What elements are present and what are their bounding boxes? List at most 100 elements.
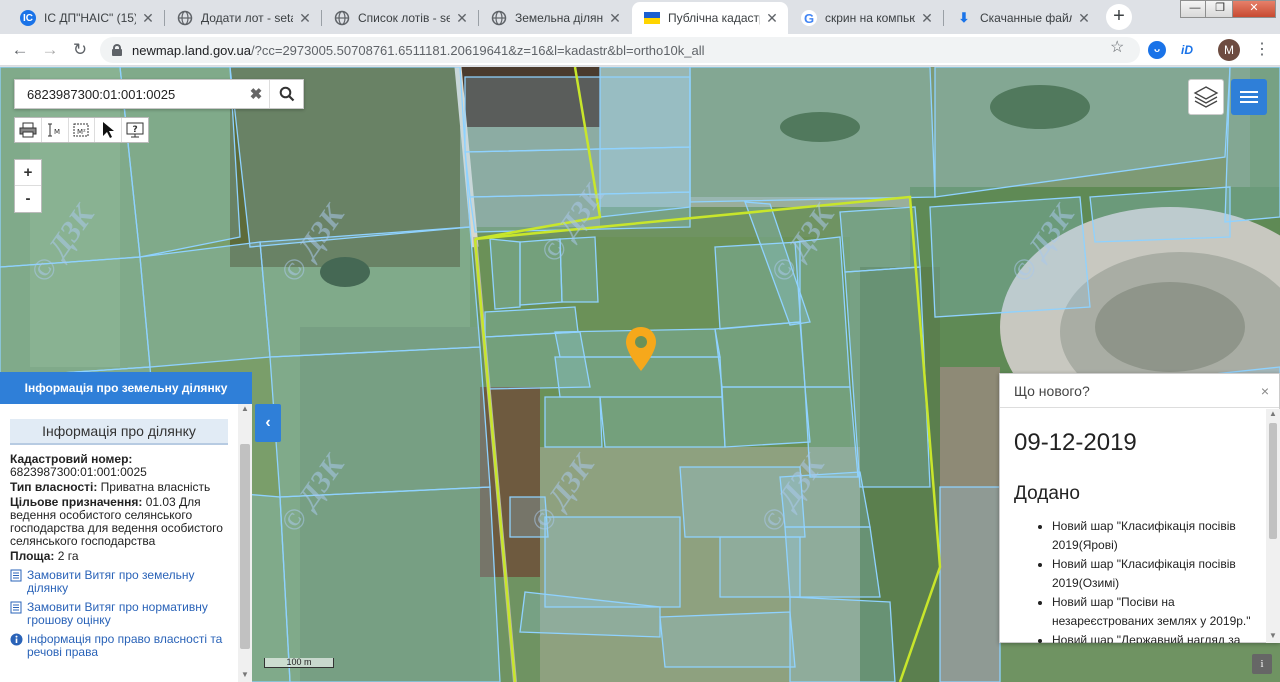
tab-google-search[interactable]: G скрин на компьют ✕ [789, 2, 943, 34]
layers-icon [1193, 86, 1219, 108]
location-pin-icon[interactable] [624, 325, 658, 376]
news-panel-scrollbar[interactable]: ▲ ▼ [1266, 409, 1280, 643]
area-label: Площа: [10, 549, 55, 563]
download-icon: ⬇ [958, 10, 970, 25]
tab-downloads[interactable]: ⬇ Скачанные файлы ✕ [944, 2, 1100, 34]
order-extract-link[interactable]: Замовити Витяг про земельну ділянку [10, 569, 228, 595]
tab-land-plot[interactable]: Земельна ділянка ✕ [479, 2, 631, 34]
close-tab-icon[interactable]: ✕ [297, 10, 313, 27]
info-panel-body: Інформація про ділянку Кадастровий номер… [0, 404, 238, 682]
measure-length-button[interactable]: M [42, 118, 69, 142]
url-text[interactable]: newmap.land.gov.ua/?cc=2973005.50708761.… [132, 43, 704, 58]
reload-icon[interactable]: ↻ [68, 38, 92, 62]
avatar[interactable]: M [1218, 39, 1240, 61]
order-valuation-link[interactable]: Замовити Витяг про нормативну грошову оц… [10, 601, 228, 627]
area-value: 2 га [57, 549, 79, 563]
close-tab-icon[interactable]: ✕ [454, 10, 470, 27]
tab-lots-list[interactable]: Список лотів - seta ✕ [322, 2, 478, 34]
tab-public-cadastral-map[interactable]: Публічна кадастр ✕ [632, 2, 788, 34]
whats-new-title: Що нового? [1014, 383, 1090, 399]
main-menu-button[interactable] [1231, 79, 1267, 115]
new-tab-button[interactable]: + [1106, 4, 1132, 30]
zoom-in-button[interactable]: + [15, 160, 41, 186]
ownership-info-link[interactable]: Інформація про право власності та речові… [10, 633, 228, 659]
extension-id-icon[interactable]: iD [1178, 41, 1196, 59]
list-item: Новий шар "Державний нагляд за [1052, 631, 1251, 643]
cadastral-value: 6823987300:01:001:0025 [10, 465, 147, 479]
back-icon[interactable]: ← [8, 38, 32, 62]
tab-title: Земельна ділянка [515, 11, 603, 25]
browser-toolbar: ← → ↻ newmap.land.gov.ua/?cc=2973005.507… [0, 34, 1280, 66]
close-tab-icon[interactable]: ✕ [919, 10, 935, 27]
address-bar[interactable]: newmap.land.gov.ua/?cc=2973005.50708761.… [100, 37, 1140, 63]
bookmark-star-icon[interactable]: ☆ [1110, 37, 1124, 57]
map-info-button[interactable]: i [1252, 654, 1272, 674]
close-tab-icon[interactable]: ✕ [140, 10, 156, 27]
close-tab-icon[interactable]: ✕ [764, 10, 780, 27]
close-tab-icon[interactable]: ✕ [607, 10, 623, 27]
list-item: Новий шар "Посіви на незареєстрованих зе… [1052, 593, 1251, 631]
list-item: Новий шар "Класифікація посівів 2019(Яро… [1052, 517, 1251, 555]
globe-icon [177, 10, 193, 26]
tab-strip: ІС ІС ДП"НАІС" (15) ✕ Додати лот - setam… [0, 0, 1280, 34]
printer-icon [19, 122, 37, 138]
news-date: 09-12-2019 [1014, 429, 1137, 456]
svg-text:?: ? [133, 125, 138, 135]
tab-title: Скачанные файлы [980, 11, 1072, 25]
extension-icon[interactable]: ᴗ [1148, 41, 1166, 59]
help-monitor-icon: ? [126, 122, 144, 138]
ukraine-flag-icon [644, 10, 660, 26]
search-button[interactable] [269, 80, 303, 108]
layers-button[interactable] [1188, 79, 1224, 115]
lock-icon [112, 44, 122, 56]
browser-menu-icon[interactable]: ⋮ [1252, 39, 1272, 61]
hamburger-icon [1240, 91, 1258, 103]
clear-search-icon[interactable]: ✖ [243, 85, 269, 103]
info-icon [10, 633, 25, 659]
svg-text:M²: M² [77, 128, 86, 136]
tab-add-lot[interactable]: Додати лот - setam ✕ [165, 2, 321, 34]
cursor-icon [103, 122, 115, 138]
cadastral-map[interactable]: © ДЗК © ДЗК © ДЗК © ДЗК © ДЗК © ДЗК © ДЗ… [0, 67, 1280, 682]
info-panel-scrollbar[interactable]: ▲ ▼ [238, 404, 252, 682]
close-window-button[interactable]: ✕ [1232, 0, 1276, 18]
tab-title: скрин на компьют [825, 11, 915, 25]
tab-title: ІС ДП"НАІС" (15) [44, 11, 136, 25]
whats-new-panel: Що нового? × 09-12-2019 Додано Новий шар… [999, 373, 1280, 643]
forward-icon[interactable]: → [38, 38, 62, 62]
collapse-panel-button[interactable]: ‹ [255, 404, 281, 442]
tab-title: Публічна кадастр [668, 11, 760, 25]
close-tab-icon[interactable]: ✕ [1076, 10, 1092, 27]
document-icon [10, 569, 25, 595]
globe-icon [491, 10, 507, 26]
zoom-out-button[interactable]: - [15, 186, 41, 212]
measure-area-button[interactable]: M² [69, 118, 96, 142]
tab-title: Додати лот - setam [201, 11, 293, 25]
maximize-button[interactable]: ❐ [1205, 0, 1235, 18]
list-item: Новий шар "Класифікація посівів 2019(Ози… [1052, 555, 1251, 593]
ownership-label: Тип власності: [10, 480, 98, 494]
purpose-label: Цільове призначення: [10, 495, 143, 509]
news-list: Новий шар "Класифікація посівів 2019(Яро… [1014, 517, 1251, 643]
map-tools: M M² ? [14, 117, 149, 143]
google-icon: G [801, 10, 817, 26]
measure-area-icon: M² [73, 123, 89, 137]
print-button[interactable] [15, 118, 42, 142]
whats-new-body: 09-12-2019 Додано Новий шар "Класифікаці… [1000, 409, 1265, 643]
document-icon [10, 601, 25, 627]
land-plot-info-panel: Інформація про земельну ділянку Інформац… [0, 372, 252, 682]
whats-new-header: Що нового? × [1000, 374, 1279, 408]
cadastral-search-box: ✖ [14, 79, 304, 109]
globe-icon [334, 10, 350, 26]
scale-bar: 100 m [264, 658, 334, 668]
news-section-title: Додано [1014, 483, 1080, 504]
select-button[interactable] [95, 118, 123, 142]
search-input[interactable] [15, 80, 243, 108]
measure-length-icon: M [47, 123, 60, 137]
close-icon[interactable]: × [1261, 374, 1269, 408]
info-panel-header: Інформація про земельну ділянку [0, 372, 252, 404]
tab-ic-nais[interactable]: ІС ІС ДП"НАІС" (15) ✕ [8, 2, 164, 34]
tab-title: Список лотів - seta [358, 11, 450, 25]
help-button[interactable]: ? [122, 118, 148, 142]
search-icon [279, 86, 294, 102]
